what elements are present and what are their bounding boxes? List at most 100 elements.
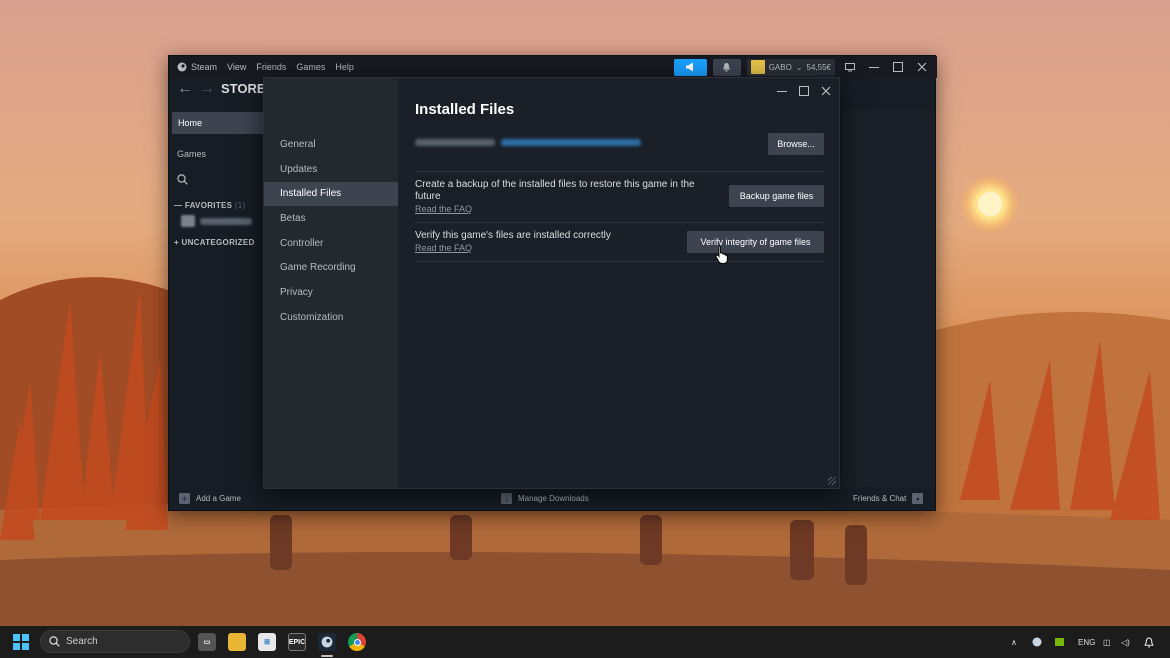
blurred-install-path — [415, 139, 641, 146]
dialog-minimize-button[interactable] — [773, 82, 791, 100]
start-button[interactable] — [13, 634, 29, 650]
library-content-area — [841, 110, 935, 487]
library-games-filter[interactable]: Games — [177, 149, 206, 159]
blurred-label — [415, 139, 495, 146]
steam-icon[interactable] — [318, 633, 336, 651]
dialog-window-controls — [773, 82, 835, 100]
favorite-game-item[interactable] — [181, 215, 252, 227]
download-icon: ↓ — [501, 493, 512, 504]
page-title: Installed Files — [415, 101, 515, 118]
nav-updates[interactable]: Updates — [264, 158, 398, 182]
megaphone-icon — [685, 62, 693, 72]
minimize-icon — [777, 91, 787, 92]
menu-friends[interactable]: Friends — [256, 62, 286, 72]
resize-handle[interactable] — [828, 477, 836, 485]
friends-chat-button[interactable]: Friends & Chat ▪ — [853, 493, 924, 504]
windows-logo-icon — [13, 634, 20, 641]
verify-description: Verify this game's files are installed c… — [415, 230, 611, 241]
backup-description: Create a backup of the installed files t… — [415, 179, 695, 202]
network-icon[interactable]: ◫ — [1103, 626, 1111, 658]
monitor-icon — [845, 62, 855, 71]
language-indicator[interactable]: ENG — [1078, 626, 1095, 658]
library-home-button[interactable]: Home — [172, 112, 264, 134]
nav-store-tab[interactable]: STORE — [221, 81, 266, 96]
browse-button[interactable]: Browse... — [768, 133, 824, 155]
nav-installed-files[interactable]: Installed Files — [264, 182, 398, 206]
game-icon — [181, 215, 195, 227]
close-icon — [821, 86, 831, 96]
close-icon — [917, 62, 927, 72]
divider — [415, 261, 824, 262]
active-app-indicator — [321, 655, 333, 657]
backup-faq-link[interactable]: Read the FAQ — [415, 204, 472, 214]
blurred-game-name — [200, 217, 252, 225]
maximize-icon — [893, 62, 903, 72]
maximize-icon — [799, 86, 809, 96]
library-search-button[interactable] — [177, 172, 188, 190]
close-button[interactable] — [913, 58, 931, 76]
minimize-icon — [869, 67, 879, 68]
verify-integrity-button[interactable]: Verify integrity of game files — [687, 231, 824, 253]
bell-icon — [723, 63, 731, 72]
menu-view[interactable]: View — [227, 62, 246, 72]
chrome-icon[interactable] — [348, 633, 366, 651]
microsoft-store-icon[interactable]: ⊞ — [258, 633, 276, 651]
title-bar-controls: GABO ⌄ 54,55€ — [673, 56, 931, 78]
avatar — [750, 60, 765, 74]
uncategorized-collection[interactable]: + UNCATEGORIZED — [174, 238, 255, 247]
taskbar-search[interactable]: Search — [40, 630, 190, 653]
backup-game-files-button[interactable]: Backup game files — [729, 185, 824, 207]
minimize-button[interactable] — [865, 58, 883, 76]
big-picture-button[interactable] — [841, 58, 859, 76]
menu-steam[interactable]: Steam — [177, 62, 217, 72]
tray-steam-icon[interactable] — [1032, 626, 1042, 658]
blurred-path-link — [501, 139, 641, 146]
properties-content: Installed Files Browse... Create a backu… — [398, 78, 839, 488]
forward-arrow-icon[interactable]: → — [199, 80, 215, 98]
profile-menu[interactable]: GABO ⌄ 54,55€ — [746, 58, 835, 76]
favorites-collection[interactable]: — FAVORITES (1) — [174, 201, 246, 210]
menu-games[interactable]: Games — [296, 62, 325, 72]
nav-customization[interactable]: Customization — [264, 306, 398, 330]
windows-taskbar: Search ▭ ⊞ EPIC ∧ ENG ◫ ◁) — [0, 626, 1170, 658]
hand-cursor-icon — [715, 245, 728, 264]
menu-help[interactable]: Help — [335, 62, 354, 72]
back-arrow-icon[interactable]: ← — [177, 80, 193, 98]
nav-betas[interactable]: Betas — [264, 207, 398, 231]
task-view-icon[interactable]: ▭ — [198, 633, 216, 651]
search-icon — [49, 636, 60, 647]
tray-overflow-chevron-icon[interactable]: ∧ — [1011, 626, 1017, 658]
nav-general[interactable]: General — [264, 133, 398, 157]
maximize-button[interactable] — [889, 58, 907, 76]
notification-bell-icon[interactable] — [1144, 626, 1154, 658]
nav-privacy[interactable]: Privacy — [264, 281, 398, 305]
dialog-close-button[interactable] — [817, 82, 835, 100]
profile-name: GABO — [768, 62, 792, 72]
chevron-down-icon: ⌄ — [795, 62, 803, 72]
verify-faq-link[interactable]: Read the FAQ — [415, 243, 472, 253]
game-properties-dialog: General Updates Installed Files Betas Co… — [263, 77, 840, 489]
title-bar: Steam View Friends Games Help GABO ⌄ 54,… — [169, 56, 937, 78]
tray-nvidia-icon[interactable] — [1055, 626, 1064, 658]
properties-nav: General Updates Installed Files Betas Co… — [264, 78, 398, 488]
divider — [415, 222, 824, 223]
plus-icon: + — [179, 493, 190, 504]
notifications-button[interactable] — [712, 58, 741, 76]
wallet-balance: 54,55€ — [806, 62, 831, 72]
nav-controller[interactable]: Controller — [264, 232, 398, 256]
chat-icon: ▪ — [912, 493, 924, 504]
menu-bar: Steam View Friends Games Help — [177, 56, 354, 78]
announcements-button[interactable] — [673, 58, 707, 76]
add-game-button[interactable]: + Add a Game — [179, 493, 241, 504]
file-explorer-icon[interactable] — [228, 633, 246, 651]
search-icon — [177, 174, 188, 185]
library-sidebar: Home Games — FAVORITES (1) + UNCATEGORIZ… — [169, 102, 265, 487]
steam-logo-icon — [321, 636, 333, 648]
steam-logo-icon — [177, 62, 187, 72]
library-footer: + Add a Game ↓ Manage Downloads Friends … — [169, 488, 937, 512]
nav-game-recording[interactable]: Game Recording — [264, 256, 398, 280]
manage-downloads-button[interactable]: ↓ Manage Downloads — [501, 493, 589, 504]
dialog-maximize-button[interactable] — [795, 82, 813, 100]
epic-games-icon[interactable]: EPIC — [288, 633, 306, 651]
volume-icon[interactable]: ◁) — [1121, 626, 1130, 658]
